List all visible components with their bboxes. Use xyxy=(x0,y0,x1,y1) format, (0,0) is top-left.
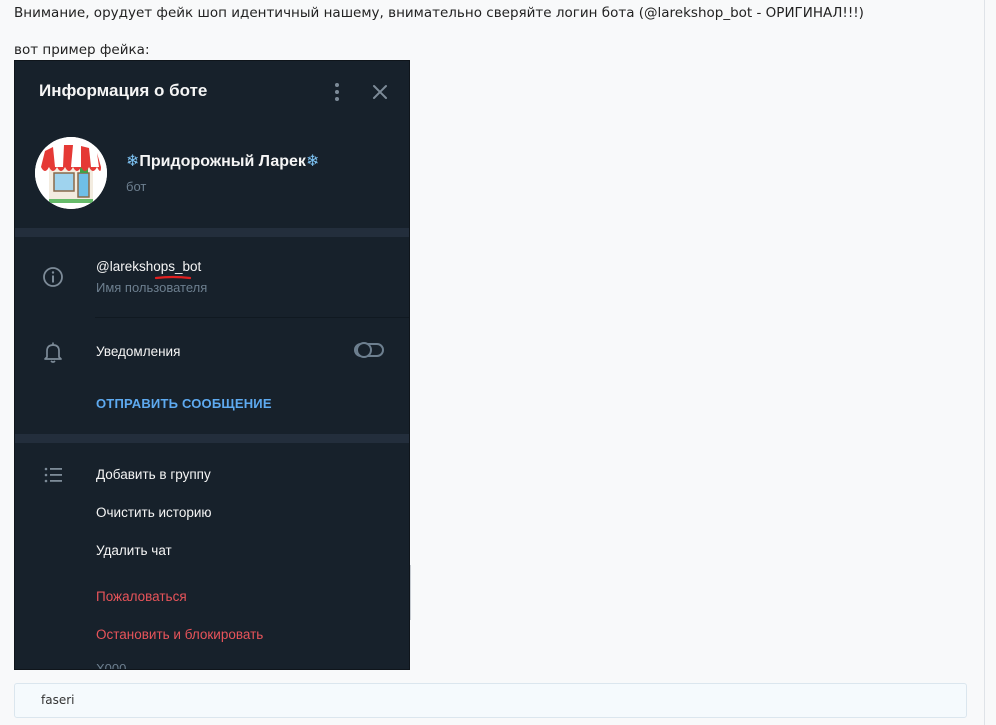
close-icon[interactable] xyxy=(369,81,391,103)
delete-chat-button[interactable]: Удалить чат xyxy=(96,543,172,558)
bot-name-text: Придорожный Ларек xyxy=(139,153,306,170)
stop-and-block-button[interactable]: Остановить и блокировать xyxy=(96,627,263,642)
cut-off-text: Х000 xyxy=(96,661,127,670)
username-value[interactable]: @larekshops_bot xyxy=(96,259,201,274)
notifications-label: Уведомления xyxy=(96,344,181,359)
bot-name: ❄Придорожный Ларек❄ xyxy=(126,151,319,171)
more-vertical-icon[interactable] xyxy=(327,81,347,103)
report-button[interactable]: Пожаловаться xyxy=(96,589,187,604)
example-caption: вот пример фейка: xyxy=(14,42,150,58)
bell-icon xyxy=(42,341,64,363)
snowflake-icon: ❄ xyxy=(126,153,140,170)
send-message-button[interactable]: ОТПРАВИТЬ СООБЩЕНИЕ xyxy=(96,396,272,411)
reply-input[interactable] xyxy=(41,693,341,707)
panel-title: Информация о боте xyxy=(39,81,208,100)
warning-text: Внимание, орудует фейк шоп идентичный на… xyxy=(14,5,864,21)
telegram-bot-info-screenshot: Информация о боте ❄Придорожный Ларек❄ бо… xyxy=(14,60,410,670)
username-label: Имя пользователя xyxy=(96,280,208,295)
add-to-group-button[interactable]: Добавить в группу xyxy=(96,467,211,482)
snowflake-icon: ❄ xyxy=(305,153,320,170)
section-separator xyxy=(15,434,409,443)
page-border xyxy=(984,0,985,725)
notifications-toggle[interactable] xyxy=(354,342,384,358)
clear-history-button[interactable]: Очистить историю xyxy=(96,505,212,520)
row-divider xyxy=(95,317,409,318)
list-icon xyxy=(42,464,64,486)
info-icon xyxy=(42,266,64,288)
bot-avatar xyxy=(35,137,107,209)
panel-header: Информация о боте xyxy=(15,61,409,123)
reply-box[interactable] xyxy=(14,683,967,718)
section-separator xyxy=(15,228,409,237)
bot-type-label: бот xyxy=(126,179,147,194)
